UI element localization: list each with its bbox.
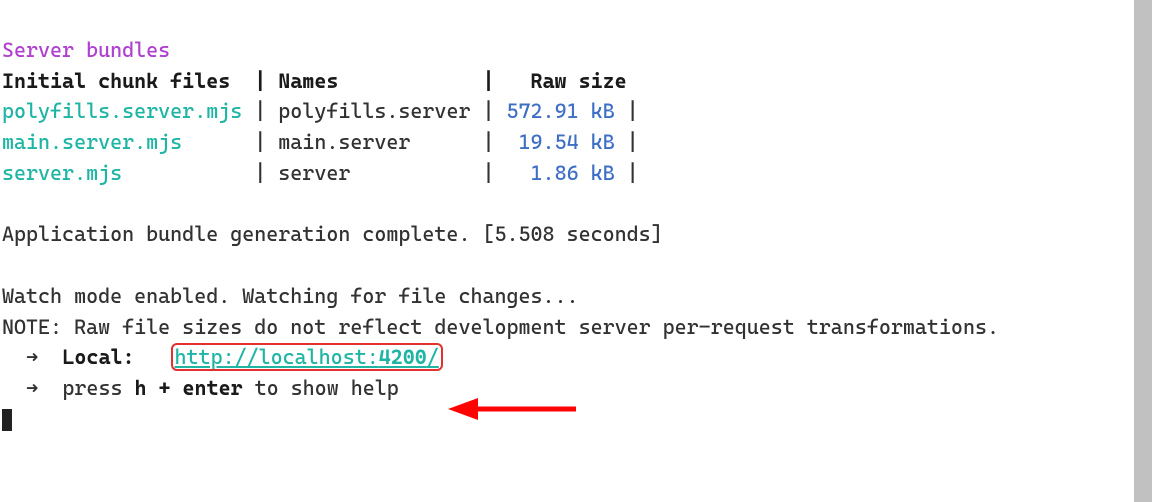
scrollbar[interactable] bbox=[1134, 0, 1152, 502]
scrollbar-thumb[interactable] bbox=[1134, 0, 1152, 502]
help-line: press h + enter to show help bbox=[62, 376, 398, 400]
table-row: server.mjs | server | 1.86 kB | bbox=[2, 161, 639, 185]
chunk-name: server bbox=[278, 161, 350, 185]
local-label: Local: bbox=[62, 345, 134, 369]
chunk-size: 19.54 kB bbox=[507, 130, 615, 154]
chunk-size: 1.86 kB bbox=[507, 161, 615, 185]
table-row: polyfills.server.mjs | polyfills.server … bbox=[2, 99, 639, 123]
arrow-icon: ➜ bbox=[26, 376, 38, 400]
status-watch: Watch mode enabled. Watching for file ch… bbox=[2, 284, 579, 308]
chunk-file: server.mjs bbox=[2, 161, 122, 185]
chunk-name: polyfills.server bbox=[278, 99, 470, 123]
local-url-link[interactable]: http://localhost:4200/ bbox=[171, 343, 443, 371]
section-heading: Server bundles bbox=[2, 38, 170, 62]
chunk-name: main.server bbox=[278, 130, 410, 154]
cursor-icon bbox=[2, 409, 12, 431]
table-row: main.server.mjs | main.server | 19.54 kB… bbox=[2, 130, 639, 154]
chunk-file: main.server.mjs bbox=[2, 130, 182, 154]
status-complete: Application bundle generation complete. … bbox=[2, 222, 663, 246]
status-note: NOTE: Raw file sizes do not reflect deve… bbox=[2, 315, 999, 339]
chunk-file: polyfills.server.mjs bbox=[2, 99, 242, 123]
table-header-row: Initial chunk files | Names | Raw size bbox=[2, 69, 627, 93]
terminal-output: Server bundles Initial chunk files | Nam… bbox=[0, 0, 1152, 465]
chunk-size: 572.91 kB bbox=[507, 99, 615, 123]
annotation-arrow-icon bbox=[448, 394, 578, 424]
arrow-icon: ➜ bbox=[26, 345, 38, 369]
